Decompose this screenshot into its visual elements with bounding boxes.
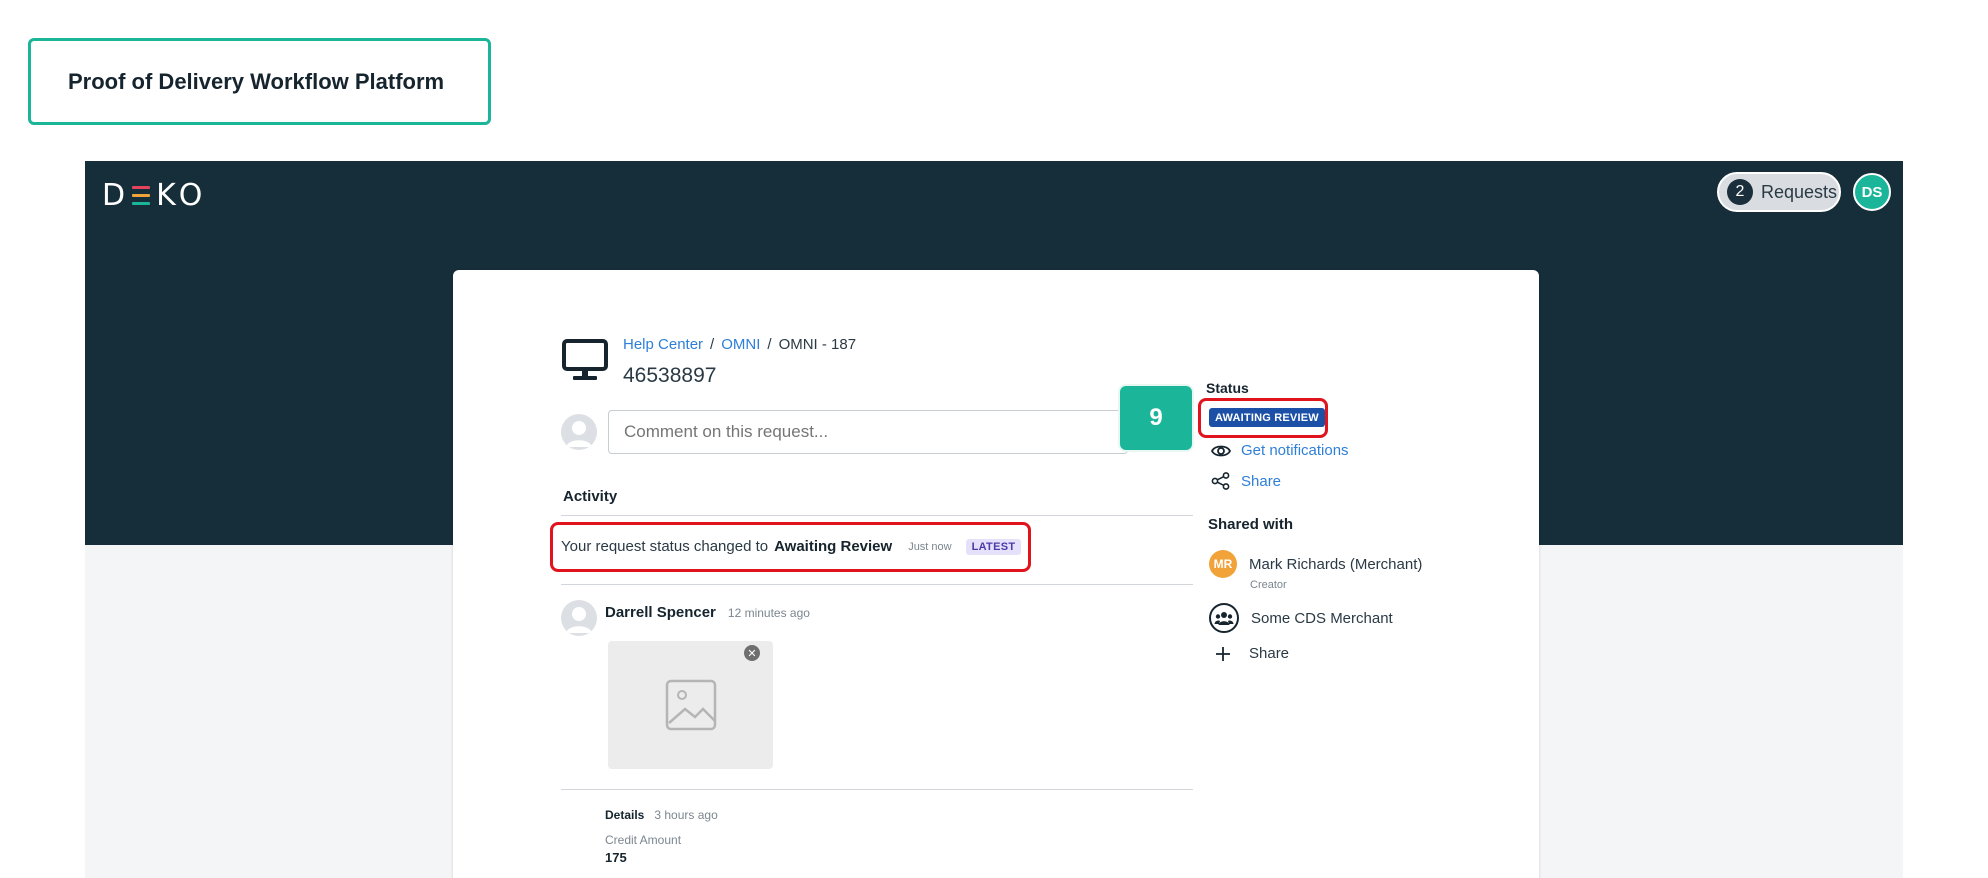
user-avatar-initials: MR	[1209, 550, 1237, 578]
group-icon	[1209, 603, 1239, 633]
credit-amount-label: Credit Amount	[605, 833, 682, 847]
activity-heading: Activity	[563, 488, 618, 505]
status-heading: Status	[1206, 380, 1249, 396]
app-frame: D K O 2 Requests DS Help Center / OMNI /	[85, 161, 1903, 878]
logo-bar-green	[132, 202, 151, 205]
person-icon	[566, 421, 592, 447]
add-share-label: Share	[1249, 645, 1290, 662]
logo-bar-red	[132, 186, 151, 189]
add-share-button[interactable]: Share	[1209, 645, 1289, 662]
divider	[561, 584, 1193, 585]
request-card: Help Center / OMNI / OMNI - 187 46538897…	[453, 270, 1539, 878]
divider	[561, 789, 1193, 790]
breadcrumb-separator: /	[767, 336, 772, 353]
image-placeholder-icon	[665, 679, 716, 731]
shared-user-role: Creator	[1250, 579, 1287, 591]
breadcrumb-omni[interactable]: OMNI	[721, 336, 760, 353]
breadcrumb-separator: /	[710, 336, 715, 353]
shared-with-heading: Shared with	[1208, 516, 1294, 533]
request-id: 46538897	[623, 364, 717, 387]
details-label: Details	[605, 808, 645, 822]
eye-icon	[1211, 445, 1231, 456]
comment-author-avatar	[561, 600, 597, 636]
latest-tag: LATEST	[965, 538, 1022, 555]
credit-amount-value: 175	[605, 850, 627, 865]
share-link[interactable]: Share	[1211, 472, 1281, 490]
person-icon	[566, 607, 592, 633]
shared-user-row: MR Mark Richards (Merchant)	[1209, 550, 1422, 578]
shared-org-name: Some CDS Merchant	[1251, 609, 1393, 627]
status-badge: AWAITING REVIEW	[1209, 408, 1325, 427]
plus-icon	[1209, 646, 1237, 662]
logo-letter-d: D	[102, 178, 127, 213]
status-change-value: Awaiting Review	[774, 538, 893, 555]
share-icon	[1211, 472, 1230, 490]
share-label: Share	[1241, 472, 1282, 490]
step-number-badge: 9	[1120, 386, 1192, 450]
divider	[561, 515, 1193, 516]
status-change-time: Just now	[908, 540, 952, 553]
requests-button[interactable]: 2 Requests	[1717, 172, 1841, 212]
logo-letter-k: K	[156, 178, 177, 213]
remove-attachment-icon[interactable]: ✕	[744, 645, 760, 661]
comment-author-name: Darrell Spencer	[605, 604, 716, 621]
get-notifications-link[interactable]: Get notifications	[1211, 442, 1349, 459]
comment-header: Darrell Spencer 12 minutes ago	[605, 604, 810, 621]
user-avatar[interactable]: DS	[1853, 173, 1891, 211]
comment-time: 12 minutes ago	[727, 606, 810, 620]
shared-user-name: Mark Richards (Merchant)	[1249, 555, 1423, 573]
monitor-icon	[562, 339, 608, 380]
requests-label: Requests	[1761, 181, 1838, 202]
requests-count-badge: 2	[1727, 179, 1753, 205]
comment-input[interactable]	[608, 410, 1128, 454]
logo-bar-yellow	[132, 194, 151, 197]
page-label: Proof of Delivery Workflow Platform	[28, 38, 491, 125]
logo-e-bars	[132, 186, 151, 205]
breadcrumb: Help Center / OMNI / OMNI - 187	[623, 336, 856, 353]
breadcrumb-current: OMNI - 187	[778, 336, 857, 353]
breadcrumb-help-center[interactable]: Help Center	[623, 336, 703, 353]
get-notifications-label: Get notifications	[1241, 442, 1349, 459]
status-change-text: Your request status changed to	[561, 538, 769, 555]
details-time: 3 hours ago	[654, 808, 718, 822]
status-change-entry: Your request status changed to Awaiting …	[561, 538, 1022, 555]
shared-org-row: Some CDS Merchant	[1209, 603, 1393, 633]
deko-logo[interactable]: D K O	[102, 178, 203, 213]
logo-letter-o: O	[178, 178, 204, 213]
details-header: Details 3 hours ago	[605, 808, 718, 822]
comment-author-avatar	[561, 414, 597, 450]
